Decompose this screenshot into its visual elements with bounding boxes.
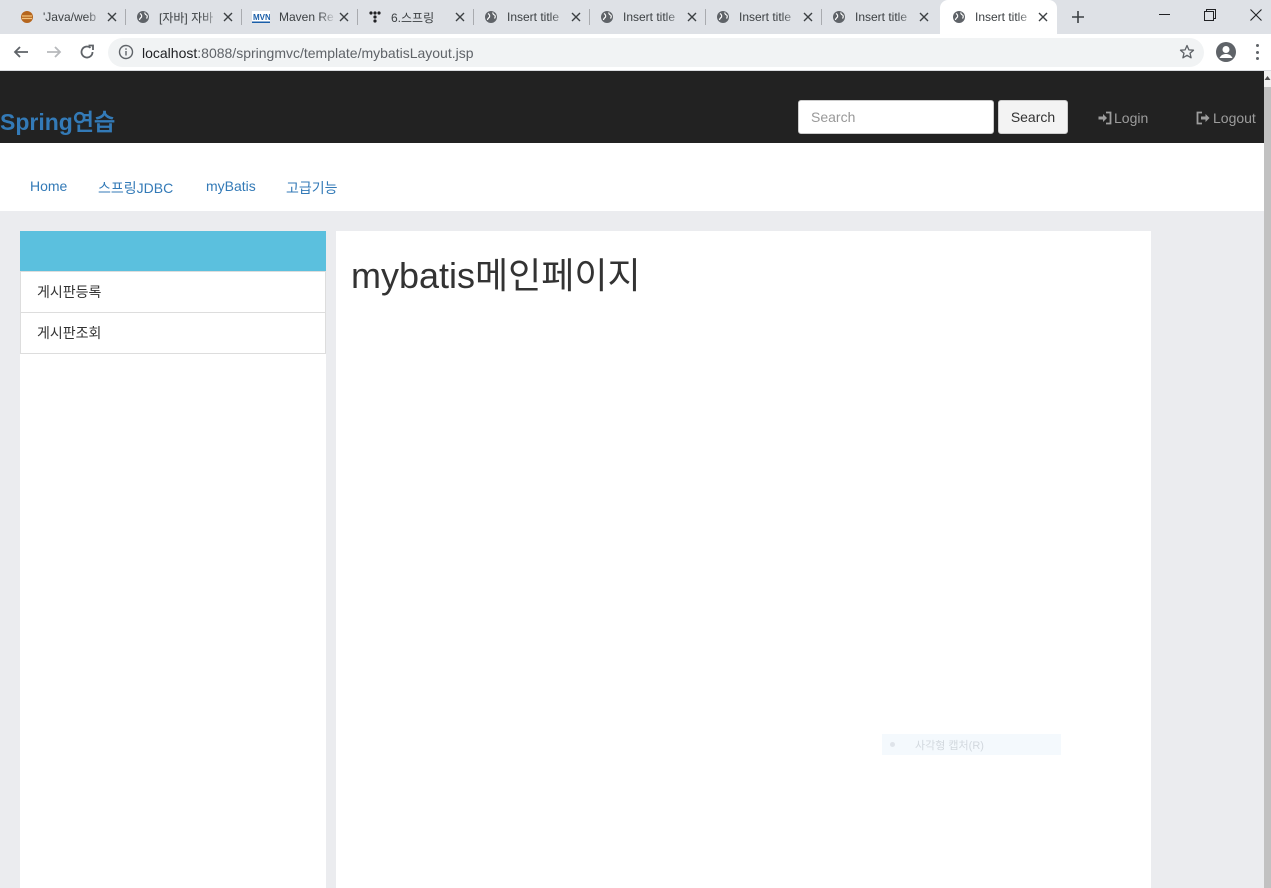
logout-link[interactable]: Logout [1196, 110, 1256, 126]
logout-icon [1196, 111, 1210, 125]
globe-favicon-icon [136, 10, 150, 24]
tab-title: Maven Re [279, 10, 334, 24]
sidebar-item-board-list[interactable]: 게시판조회 [20, 312, 326, 354]
browser-tab-strip: 'Java/web [자바] 자바 MVN Maven Re 6.스프링 Ins… [0, 0, 1271, 34]
tab-title: Insert title [507, 10, 560, 24]
info-icon[interactable] [118, 44, 134, 60]
capture-dot-icon [890, 742, 895, 747]
login-label: Login [1114, 110, 1149, 126]
page-title: mybatis메인페이지 [351, 255, 641, 296]
tab-close-icon[interactable] [1035, 9, 1051, 25]
reload-icon[interactable] [77, 42, 97, 62]
globe-favicon-icon [832, 10, 846, 24]
browser-tab[interactable]: Insert title [464, 0, 590, 34]
nav-advanced[interactable]: 고급기능 [286, 178, 338, 198]
tab-title: [자바] 자바 [159, 10, 214, 25]
tab-title: Insert title [739, 10, 792, 24]
nav-home[interactable]: Home [30, 178, 67, 194]
browser-tab[interactable]: Insert title [696, 0, 822, 34]
logout-label: Logout [1213, 110, 1256, 126]
tab-title: Insert title [975, 10, 1028, 24]
dots-favicon-icon [368, 10, 382, 24]
tab-title: Insert title [623, 10, 676, 24]
restore-icon[interactable] [1187, 0, 1233, 30]
tab-close-icon[interactable] [916, 9, 932, 25]
search-input[interactable] [798, 100, 994, 134]
sidebar-item-board-register[interactable]: 게시판등록 [20, 271, 326, 313]
site-header: Spring연습 Search Login Logout [0, 71, 1264, 143]
url-text: localhost:8088/springmvc/template/mybati… [142, 45, 474, 61]
globe-favicon-icon [716, 10, 730, 24]
new-tab-plus-icon[interactable] [1068, 7, 1088, 27]
tab-title: 6.스프링 [391, 10, 435, 25]
bookmark-star-icon[interactable] [1179, 44, 1195, 60]
brand-logo[interactable]: Spring연습 [0, 103, 115, 137]
profile-avatar-icon[interactable] [1215, 41, 1237, 63]
browser-tab[interactable]: 6.스프링 [348, 0, 474, 34]
url-path: :8088/springmvc/template/mybatisLayout.j… [197, 45, 474, 61]
scroll-up-arrow-icon[interactable] [1264, 71, 1271, 85]
close-window-icon[interactable] [1233, 0, 1271, 30]
capture-overlay-label: 사각형 캡처(R) [915, 739, 984, 752]
address-bar[interactable]: localhost:8088/springmvc/template/mybati… [108, 38, 1204, 67]
main-content: mybatis메인페이지 사각형 캡처(R) [336, 231, 1151, 888]
scrollbar-thumb[interactable] [1264, 87, 1271, 888]
tab-title: Insert title [855, 10, 908, 24]
browser-toolbar: localhost:8088/springmvc/template/mybati… [0, 34, 1271, 71]
svg-text:MVN: MVN [253, 13, 270, 22]
login-icon [1098, 111, 1112, 125]
globe-favicon-icon [952, 10, 966, 24]
sidebar: 게시판등록 게시판조회 [20, 231, 326, 888]
globe-favicon-icon [600, 10, 614, 24]
sidebar-header [20, 231, 326, 271]
tab-title: 'Java/web [43, 10, 96, 24]
login-link[interactable]: Login [1098, 110, 1148, 126]
browser-tab[interactable]: MVN Maven Re [232, 0, 358, 34]
mvn-favicon-icon: MVN [252, 10, 270, 24]
nav-spring-jdbc[interactable]: 스프링JDBC [98, 178, 173, 198]
minimize-icon[interactable] [1141, 0, 1187, 30]
browser-tab[interactable]: Insert title [812, 0, 938, 34]
nav-mybatis[interactable]: myBatis [206, 178, 256, 194]
capture-overlay-tooltip: 사각형 캡처(R) [882, 734, 1061, 755]
back-arrow-icon[interactable] [11, 42, 31, 62]
url-host: localhost [142, 45, 198, 61]
browser-menu-icon[interactable] [1250, 43, 1264, 61]
search-button[interactable]: Search [998, 100, 1068, 134]
browser-tab[interactable]: 'Java/web [0, 0, 126, 34]
globe-favicon-icon [484, 10, 498, 24]
coffee-favicon-icon [20, 10, 34, 24]
main-nav: Home 스프링JDBC myBatis 고급기능 [0, 143, 1264, 211]
browser-tab-active[interactable]: Insert title [940, 0, 1057, 34]
browser-tab[interactable]: [자바] 자바 [116, 0, 242, 34]
forward-arrow-icon[interactable] [44, 42, 64, 62]
browser-tab[interactable]: Insert title [580, 0, 706, 34]
